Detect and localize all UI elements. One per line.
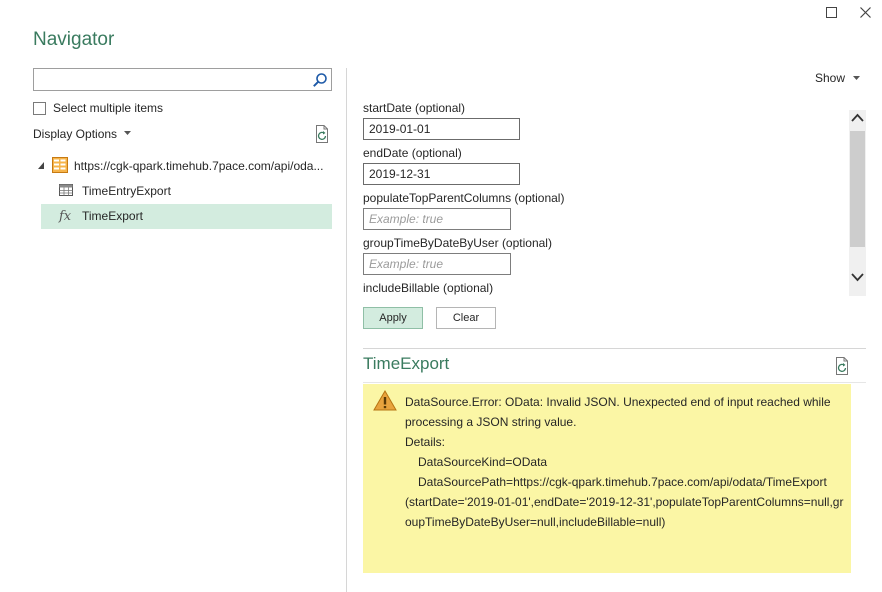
search-input[interactable] xyxy=(34,69,304,90)
maximize-icon xyxy=(825,6,837,18)
collapse-triangle-icon[interactable] xyxy=(38,162,44,169)
section-divider xyxy=(363,348,866,349)
error-details-label: Details: xyxy=(405,435,446,449)
startdate-input[interactable] xyxy=(363,118,520,140)
caret-down-icon xyxy=(853,75,860,80)
window-controls xyxy=(814,0,882,24)
show-dropdown[interactable]: Show xyxy=(815,71,860,85)
display-options-label: Display Options xyxy=(33,127,118,141)
tree-item-label: TimeExport xyxy=(82,209,143,223)
select-multiple-checkbox[interactable] xyxy=(33,101,46,115)
tree-item-timeentryexport[interactable]: TimeEntryExport xyxy=(33,179,333,204)
pane-divider[interactable] xyxy=(346,68,347,592)
param-label-startdate: startDate (optional) xyxy=(363,101,466,115)
show-label: Show xyxy=(814,71,845,85)
dialog-title: Navigator xyxy=(33,29,115,50)
error-text: DataSource.Error: OData: Invalid JSON. U… xyxy=(405,392,845,532)
display-options-dropdown[interactable]: Display Options xyxy=(33,127,132,141)
error-message-panel: DataSource.Error: OData: Invalid JSON. U… xyxy=(363,384,851,573)
tree-item-label: TimeEntryExport xyxy=(82,184,171,198)
clear-button[interactable]: Clear xyxy=(436,307,496,329)
refresh-icon[interactable] xyxy=(834,357,850,375)
select-multiple-row[interactable]: Select multiple items xyxy=(33,101,163,115)
table-icon xyxy=(59,184,73,196)
close-icon xyxy=(859,6,871,18)
select-multiple-label: Select multiple items xyxy=(53,101,164,115)
function-icon: fx xyxy=(59,209,72,224)
error-summary: DataSource.Error: OData: Invalid JSON. U… xyxy=(405,395,831,429)
chevron-down-icon[interactable] xyxy=(851,273,864,282)
tree-item-timeexport[interactable]: fx TimeExport xyxy=(41,204,332,229)
odata-feed-icon xyxy=(52,157,68,173)
error-datasource-path: DataSourcePath=https://cgk-qpark.timehub… xyxy=(418,475,827,489)
populatetopparentcolumns-input[interactable] xyxy=(363,208,511,230)
warning-icon xyxy=(373,390,397,411)
preview-title: TimeExport xyxy=(363,354,450,373)
scroll-thumb[interactable] xyxy=(850,131,865,247)
navigator-tree: https://cgk-qpark.timehub.7pace.com/api/… xyxy=(33,154,333,229)
tree-root-label: https://cgk-qpark.timehub.7pace.com/api/… xyxy=(74,159,324,173)
param-label-populatetopparentcolumns: populateTopParentColumns (optional) xyxy=(363,191,565,205)
search-box[interactable] xyxy=(33,68,332,91)
caret-down-icon xyxy=(124,131,132,135)
search-icon[interactable] xyxy=(312,72,328,88)
param-label-grouptimebydatebyuser: groupTimeByDateByUser (optional) xyxy=(363,236,552,250)
error-datasource-path-args: (startDate='2019-01-01',endDate='2019-12… xyxy=(405,495,844,529)
apply-button[interactable]: Apply xyxy=(363,307,423,329)
section-divider xyxy=(363,382,866,383)
param-label-includebillable: includeBillable (optional) xyxy=(363,281,494,295)
grouptimebydatebyuser-input[interactable] xyxy=(363,253,511,275)
error-datasource-kind: DataSourceKind=OData xyxy=(418,455,548,469)
close-button[interactable] xyxy=(848,0,882,24)
maximize-button[interactable] xyxy=(814,0,848,24)
tree-root-odata-feed[interactable]: https://cgk-qpark.timehub.7pace.com/api/… xyxy=(33,154,333,179)
refresh-icon[interactable] xyxy=(314,125,330,143)
param-label-enddate: endDate (optional) xyxy=(363,146,462,160)
chevron-up-icon[interactable] xyxy=(851,113,864,122)
parameters-scrollbar[interactable] xyxy=(849,110,866,296)
enddate-input[interactable] xyxy=(363,163,520,185)
